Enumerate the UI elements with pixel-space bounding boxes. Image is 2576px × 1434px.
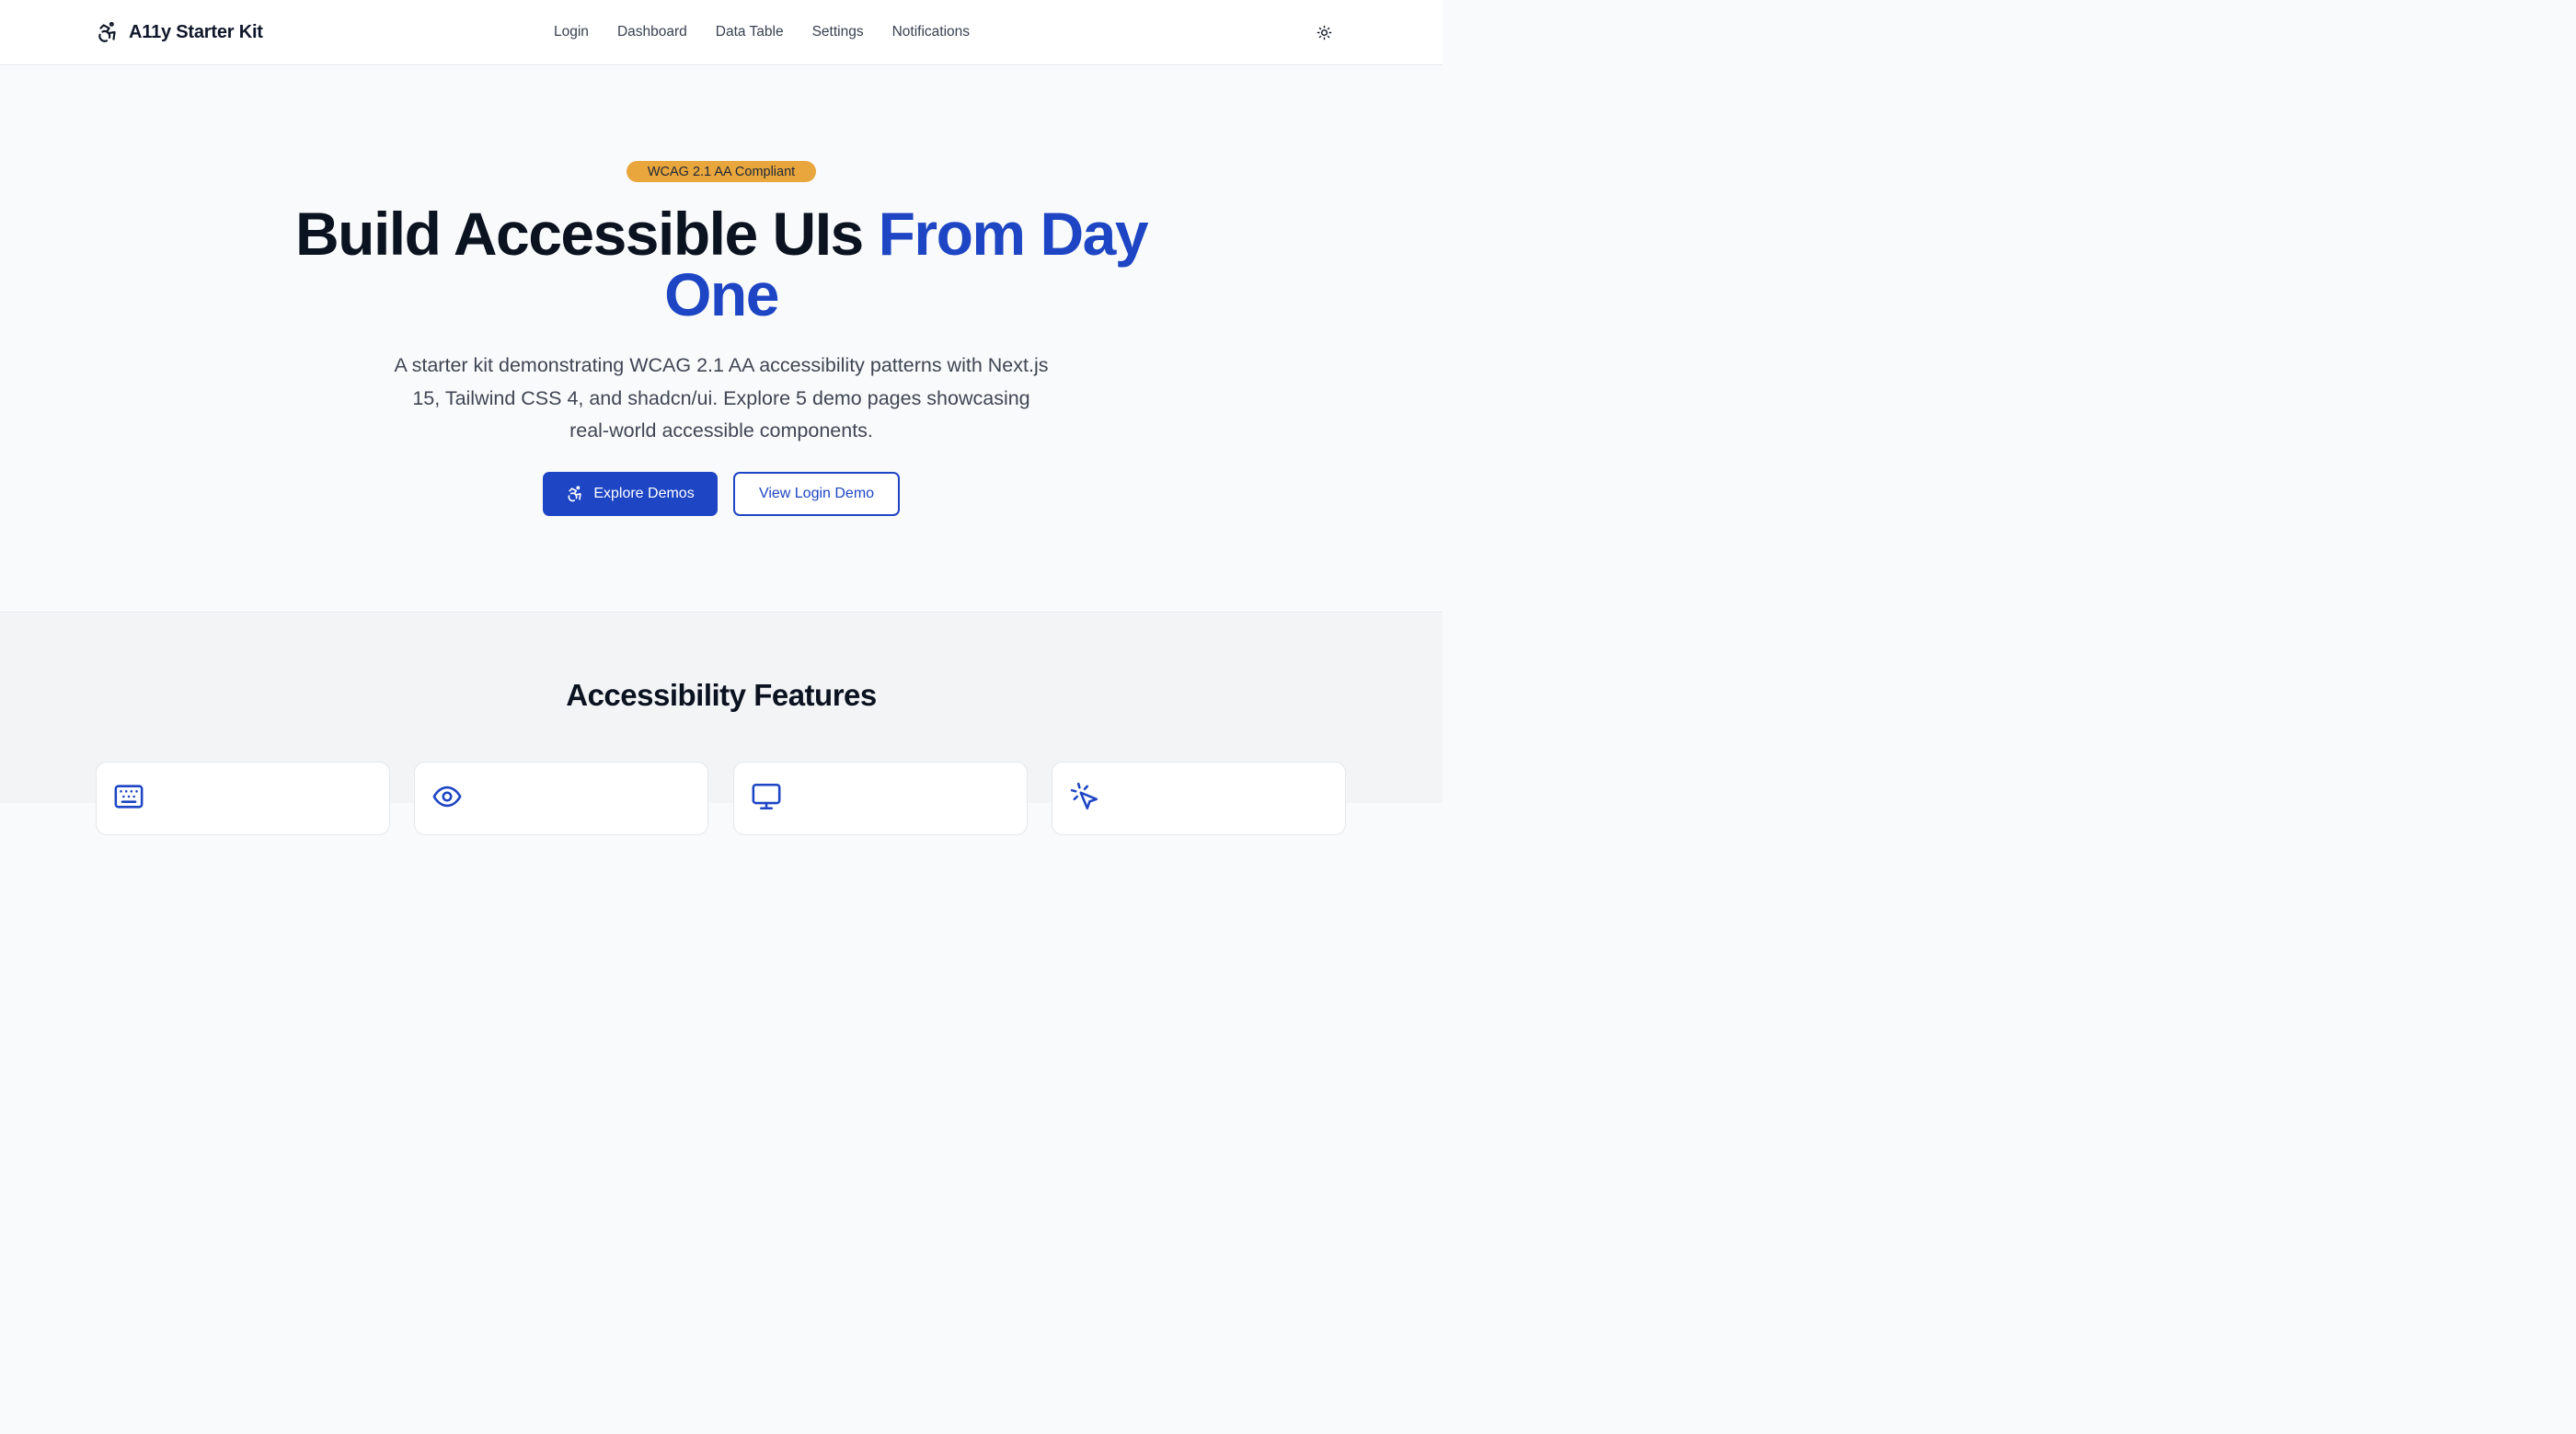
explore-demos-label: Explore Demos <box>593 486 695 501</box>
monitor-icon <box>751 781 782 812</box>
brand-name: A11y Starter Kit <box>129 21 263 42</box>
feature-card-pointer <box>1052 762 1346 835</box>
hero-title: Build Accessible UIs From Day One <box>261 203 1181 325</box>
compliance-badge: WCAG 2.1 AA Compliant <box>627 161 816 182</box>
sun-icon <box>1317 25 1332 40</box>
feature-card-keyboard <box>96 762 390 835</box>
pointer-click-icon <box>1069 781 1100 812</box>
hero-title-main: Build Accessible UIs <box>294 200 864 268</box>
brand-link[interactable]: A11y Starter Kit <box>96 18 263 46</box>
features-title: Accessibility Features <box>566 678 877 712</box>
features-section: Accessibility Features <box>0 614 1443 835</box>
nav-link-data-table[interactable]: Data Table <box>716 24 784 40</box>
accessibility-icon <box>566 485 584 503</box>
accessibility-icon <box>96 20 120 44</box>
hero-description: A starter kit demonstrating WCAG 2.1 AA … <box>394 354 1049 442</box>
keyboard-icon <box>113 781 144 812</box>
main-nav: Login Dashboard Data Table Settings Noti… <box>554 20 970 44</box>
eye-icon <box>431 781 463 812</box>
view-login-demo-button[interactable]: View Login Demo <box>733 472 900 516</box>
feature-card-screen <box>733 762 1028 835</box>
explore-demos-button[interactable]: Explore Demos <box>543 472 718 516</box>
hero-section: WCAG 2.1 AA Compliant Build Accessible U… <box>0 65 1443 613</box>
nav-link-notifications[interactable]: Notifications <box>892 24 970 40</box>
feature-card-visibility <box>414 762 708 835</box>
theme-toggle-button[interactable] <box>1310 18 1338 46</box>
nav-link-login[interactable]: Login <box>554 24 589 40</box>
nav-link-dashboard[interactable]: Dashboard <box>617 24 687 40</box>
nav-link-settings[interactable]: Settings <box>812 24 864 40</box>
site-header: A11y Starter Kit Login Dashboard Data Ta… <box>0 0 1443 65</box>
